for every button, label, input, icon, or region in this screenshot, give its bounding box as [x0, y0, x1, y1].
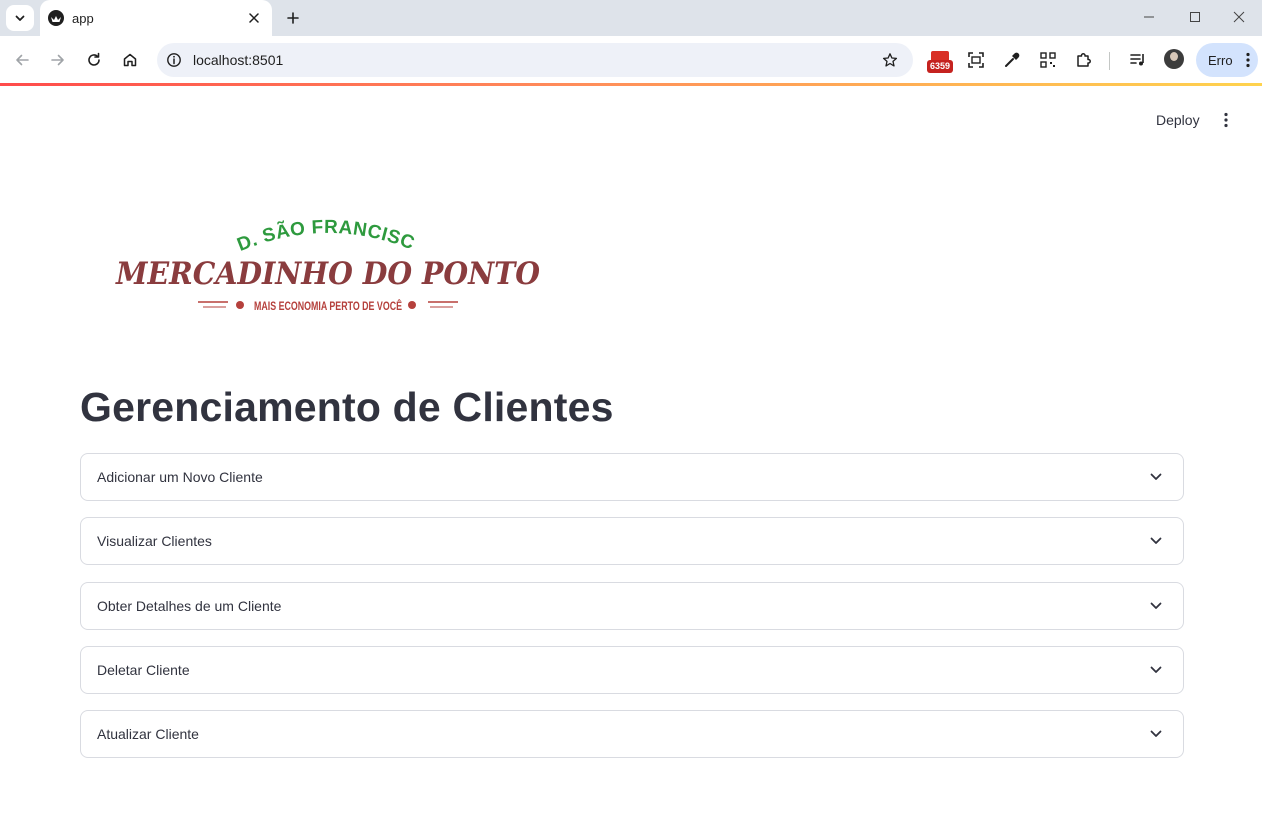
deploy-button[interactable]: Deploy	[1148, 108, 1208, 132]
arrow-left-icon	[16, 54, 29, 66]
expander-label: Atualizar Cliente	[97, 726, 199, 742]
logo-top-text: .JD. SÃO FRANCISCO.	[108, 205, 418, 256]
chevron-down-icon	[1145, 466, 1167, 488]
site-info-icon[interactable]	[157, 43, 191, 77]
more-vertical-icon[interactable]	[1238, 52, 1258, 68]
back-button[interactable]	[8, 46, 36, 74]
expander-label: Visualizar Clientes	[97, 533, 212, 549]
profile-avatar[interactable]	[1164, 49, 1184, 69]
expander-label: Deletar Cliente	[97, 662, 190, 678]
logo-tagline: MAIS ECONOMIA PERTO DE VOCÊ	[254, 300, 402, 313]
address-bar[interactable]: localhost:8501	[157, 43, 913, 77]
maximize-icon	[1190, 12, 1200, 22]
media-controls-button[interactable]	[1124, 46, 1152, 74]
chevron-down-icon	[1145, 659, 1167, 681]
playlist-music-icon	[1130, 54, 1144, 66]
more-vertical-icon	[1224, 112, 1228, 128]
streamlit-favicon-icon	[48, 10, 64, 26]
tab-search-button[interactable]	[6, 5, 34, 31]
expander-delete-client[interactable]: Deletar Cliente	[80, 646, 1184, 694]
browser-tabstrip: app	[0, 0, 1262, 36]
expander-view-clients[interactable]: Visualizar Clientes	[80, 517, 1184, 565]
logo-main-text: MERCADINHO DO PONTO	[115, 256, 540, 292]
main-menu-button[interactable]	[1214, 108, 1238, 132]
profile-error-label: Erro	[1208, 52, 1233, 68]
puzzle-piece-icon	[1077, 53, 1091, 67]
close-icon	[1233, 11, 1245, 23]
toolbar-separator	[1109, 52, 1110, 70]
tab-title: app	[72, 10, 94, 26]
expander-label: Obter Detalhes de um Cliente	[97, 598, 282, 614]
close-window-button[interactable]	[1216, 0, 1262, 34]
new-tab-button[interactable]	[280, 5, 306, 31]
chevron-down-icon	[1145, 530, 1167, 552]
expander-client-details[interactable]: Obter Detalhes de um Cliente	[80, 582, 1184, 630]
browser-toolbar: localhost:8501 6359 Erro	[0, 36, 1262, 84]
profile-error-button[interactable]: Erro	[1196, 43, 1258, 77]
eyedropper-extension-button[interactable]	[998, 46, 1026, 74]
arrow-right-icon	[51, 54, 64, 66]
maximize-button[interactable]	[1172, 0, 1218, 34]
expander-label: Adicionar um Novo Cliente	[97, 469, 263, 485]
page-title: Gerenciamento de Clientes	[80, 384, 614, 430]
minimize-icon	[1144, 16, 1154, 18]
gmail-extension-button[interactable]: 6359	[927, 51, 953, 75]
forward-button[interactable]	[44, 46, 72, 74]
close-tab-icon[interactable]	[242, 6, 266, 30]
extension-badge-count: 6359	[927, 60, 953, 73]
url-text: localhost:8501	[193, 52, 284, 68]
qr-code-icon	[1040, 52, 1056, 68]
home-button[interactable]	[116, 46, 144, 74]
reload-button[interactable]	[80, 46, 108, 74]
browser-tab-active[interactable]: app	[40, 0, 272, 36]
screenshot-icon	[968, 52, 984, 68]
screenshot-extension-button[interactable]	[962, 46, 990, 74]
streamlit-header-decoration	[0, 83, 1262, 86]
chevron-down-icon	[1145, 595, 1167, 617]
extensions-button[interactable]	[1070, 46, 1098, 74]
plus-icon	[287, 12, 299, 24]
chevron-down-icon	[15, 15, 25, 21]
store-logo: .JD. SÃO FRANCISCO. MERCADINHO DO PONTO …	[100, 189, 548, 335]
qr-code-extension-button[interactable]	[1034, 46, 1062, 74]
expander-update-client[interactable]: Atualizar Cliente	[80, 710, 1184, 758]
bookmark-star-icon[interactable]	[873, 43, 907, 77]
eyedropper-icon	[1005, 52, 1020, 67]
reload-icon	[88, 52, 100, 66]
expander-add-client[interactable]: Adicionar um Novo Cliente	[80, 453, 1184, 501]
chevron-down-icon	[1145, 723, 1167, 745]
minimize-button[interactable]	[1126, 0, 1172, 34]
home-icon	[123, 53, 137, 67]
